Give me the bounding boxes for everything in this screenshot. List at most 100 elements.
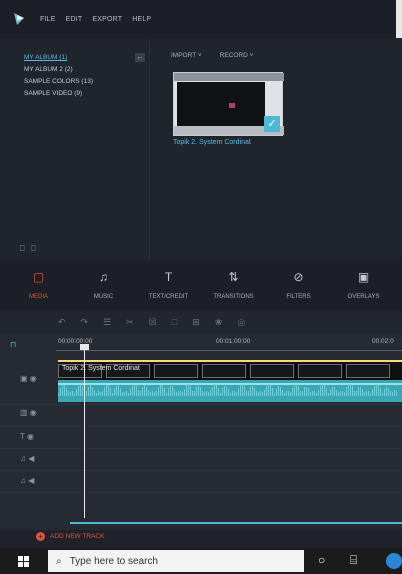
tab-text-credit[interactable]: T TEXT/CREDIT: [138, 260, 200, 310]
cut-icon[interactable]: ✂: [126, 317, 134, 328]
menu-edit[interactable]: EDIT: [66, 16, 83, 23]
menu-file[interactable]: FILE: [40, 16, 56, 23]
crop-icon[interactable]: □: [172, 317, 177, 327]
waveform-bar: [276, 388, 277, 396]
clip-frame: [202, 364, 246, 378]
task-view-icon[interactable]: ⌸: [350, 553, 357, 568]
audio-clip[interactable]: [58, 380, 402, 402]
waveform-bar: [156, 390, 157, 396]
waveform-bar: [368, 390, 369, 396]
waveform-bar: [316, 392, 317, 396]
check-icon: ✓: [264, 116, 280, 132]
waveform-bar: [352, 386, 353, 396]
add-track-button[interactable]: + ADD NEW TRACK: [36, 532, 104, 541]
waveform-bar: [226, 386, 227, 396]
delete-folder-icon[interactable]: ⎕: [31, 244, 36, 254]
waveform-bar: [364, 392, 365, 396]
waveform-bar: [242, 384, 243, 396]
waveform-bar: [244, 386, 245, 396]
speed-icon[interactable]: ◎: [237, 317, 245, 328]
browser-icon[interactable]: [386, 553, 402, 569]
record-dropdown[interactable]: RECORD ˅: [220, 52, 254, 59]
album-item[interactable]: MY ALBUM 2 (2): [24, 64, 149, 76]
tab-overlays[interactable]: ▣ OVERLAYS: [333, 260, 395, 310]
waveform-bar: [212, 386, 213, 396]
waveform-bar: [210, 390, 211, 396]
tab-filters[interactable]: ⊘ FILTERS: [268, 260, 330, 310]
waveform-bar: [110, 388, 111, 396]
tab-label: MEDIA: [28, 294, 48, 300]
track-row[interactable]: [0, 448, 402, 468]
waveform-bar: [188, 384, 189, 396]
taskbar-search[interactable]: ⌕ Type here to search: [48, 550, 304, 572]
time-ruler[interactable]: ⊓ 00:00:00:00 00:01:00:00 00:02:0: [0, 334, 402, 356]
waveform-bar: [392, 391, 393, 396]
tab-transitions[interactable]: ⇅ TRANSITIONS: [203, 260, 265, 310]
menu-help[interactable]: HELP: [132, 16, 151, 23]
waveform-bar: [384, 388, 385, 396]
color-icon[interactable]: ❀: [215, 317, 223, 328]
text-track-icon[interactable]: T ◉: [20, 432, 34, 441]
waveform-bar: [298, 386, 299, 396]
waveform-bar: [314, 390, 315, 396]
music-track-icon[interactable]: ♫ ◀: [20, 454, 34, 463]
waveform-bar: [78, 386, 79, 396]
music-track-2-icon[interactable]: ♫ ◀: [20, 476, 34, 485]
waveform-bar: [224, 386, 225, 396]
track-row[interactable]: [0, 470, 402, 490]
waveform-bar: [294, 384, 295, 396]
overlay-track-icon[interactable]: ▥ ◉: [20, 408, 37, 417]
adjust-icon[interactable]: ☰: [103, 317, 111, 328]
video-track-icon[interactable]: ▣ ◉: [20, 374, 37, 383]
collapse-icon[interactable]: ←: [135, 53, 145, 62]
snap-icon[interactable]: ⊓: [10, 340, 16, 349]
waveform-bar: [270, 384, 271, 396]
waveform-bar: [284, 392, 285, 396]
tab-media[interactable]: ▢ MEDIA: [8, 260, 70, 310]
cortana-icon[interactable]: ○: [318, 553, 325, 567]
ruler-time: 00:01:00:00: [216, 338, 251, 345]
transitions-icon: ⇅: [228, 270, 239, 284]
media-clip-name[interactable]: Topik 2. System Cordinat: [173, 139, 251, 146]
waveform-bar: [198, 385, 199, 396]
tab-music[interactable]: ♫ MUSIC: [73, 260, 135, 310]
timeline[interactable]: ⊓ 00:00:00:00 00:01:00:00 00:02:0 ▣ ◉ To…: [0, 334, 402, 530]
waveform-bar: [254, 387, 255, 396]
waveform-bar: [260, 390, 261, 396]
video-clip[interactable]: Topik 2. System Cordinat: [58, 360, 402, 380]
timeline-scrollbar[interactable]: [70, 522, 402, 524]
windows-start-icon[interactable]: [18, 556, 29, 567]
waveform-bar: [346, 387, 347, 396]
track-row[interactable]: [0, 404, 402, 424]
waveform-bar: [174, 388, 175, 396]
waveform-bar: [86, 390, 87, 396]
waveform-bar: [184, 388, 185, 396]
media-thumbnail[interactable]: ✓: [173, 72, 284, 136]
album-item[interactable]: MY ALBUM (1): [24, 52, 149, 64]
app-logo-icon: [14, 13, 24, 25]
waveform-bar: [250, 387, 251, 396]
waveform-bar: [96, 392, 97, 396]
zoom-icon[interactable]: ⊞: [192, 317, 200, 328]
playhead[interactable]: [84, 348, 85, 518]
waveform-bar: [104, 387, 105, 396]
waveform-bar: [180, 391, 181, 396]
waveform-bar: [190, 386, 191, 396]
clip-frame: [298, 364, 342, 378]
track-row[interactable]: [0, 492, 402, 512]
delete-icon[interactable]: ☒: [149, 317, 157, 328]
undo-icon[interactable]: ↶: [58, 317, 66, 328]
waveform-bar: [196, 386, 197, 396]
waveform-bar: [88, 386, 89, 396]
album-item[interactable]: SAMPLE VIDEO (9): [24, 88, 149, 100]
import-dropdown[interactable]: IMPORT ˅: [171, 52, 202, 59]
waveform-bar: [366, 391, 367, 396]
thumbnail-titlebar: [174, 73, 284, 81]
menu-export[interactable]: EXPORT: [92, 16, 122, 23]
redo-icon[interactable]: ↷: [81, 317, 89, 328]
waveform-bar: [336, 390, 337, 396]
waveform-bar: [306, 386, 307, 396]
album-item[interactable]: SAMPLE COLORS (13): [24, 76, 149, 88]
add-folder-icon[interactable]: ⎕: [20, 244, 25, 254]
track-row[interactable]: [0, 426, 402, 446]
